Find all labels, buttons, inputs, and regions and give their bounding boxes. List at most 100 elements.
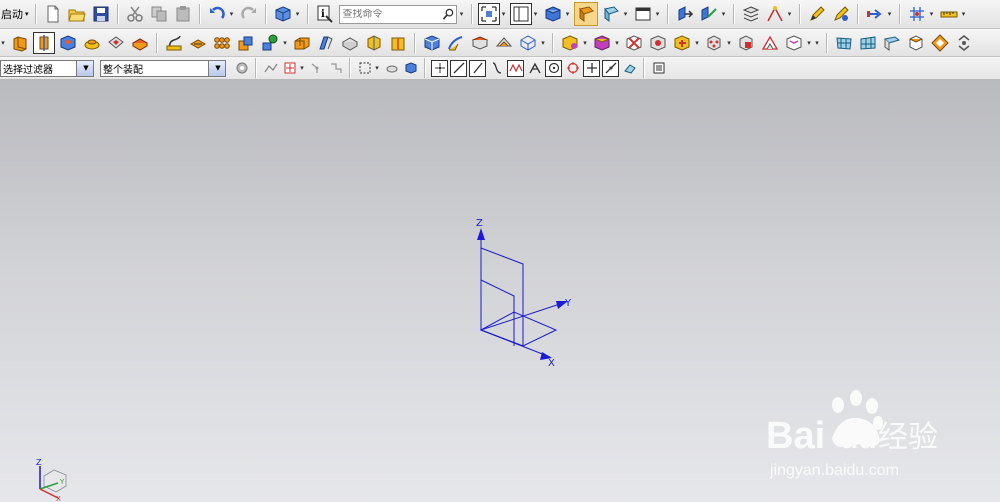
trim-sheet-button[interactable]	[493, 32, 515, 54]
datum-csys[interactable]	[479, 232, 567, 358]
chevron-down-icon[interactable]: ▼	[208, 60, 225, 76]
datum-plane-xy[interactable]	[479, 311, 558, 347]
shell-dropdown[interactable]: ▾	[282, 39, 288, 47]
mirror-assembly-button[interactable]	[647, 32, 669, 54]
boss-button[interactable]	[81, 32, 103, 54]
wireframe-button[interactable]	[517, 32, 539, 54]
ruler-button[interactable]	[938, 3, 960, 25]
explode-dropdown[interactable]: ▾	[726, 39, 732, 47]
snap-dropdown[interactable]: ▾	[299, 64, 305, 72]
view-section-button[interactable]	[905, 32, 927, 54]
undo-dropdown[interactable]: ▾	[229, 10, 235, 18]
graphics-window[interactable]: Z Y X Z Y X Bai du 经验 jingyan.baidu.com	[0, 80, 1000, 502]
snap-arc-center-button[interactable]	[545, 59, 562, 77]
snap-on-surface-button[interactable]	[621, 60, 638, 77]
offset-face-button[interactable]	[291, 32, 313, 54]
toolbar-options-dropdown[interactable]: ▾	[814, 39, 820, 47]
info-button[interactable]: i	[314, 3, 336, 25]
snap-spline-button[interactable]	[507, 59, 524, 77]
pad-button[interactable]	[129, 32, 151, 54]
point-snap-button[interactable]	[674, 3, 696, 25]
copy-button[interactable]	[148, 3, 170, 25]
selection-filter-select[interactable]: 选择过滤器 ▼	[0, 59, 94, 77]
selection-scope-select[interactable]: 整个装配 ▼	[100, 59, 226, 77]
snap-curve-button[interactable]	[488, 60, 505, 77]
region-dropdown[interactable]: ▾	[374, 64, 380, 72]
wireframe-dropdown[interactable]: ▾	[540, 39, 546, 47]
new-file-button[interactable]	[42, 3, 64, 25]
grid-button[interactable]	[906, 3, 928, 25]
snap-intersection-button[interactable]	[526, 60, 543, 77]
measure-dropdown[interactable]: ▾	[721, 10, 727, 18]
redo-button[interactable]	[238, 3, 260, 25]
paste-button[interactable]	[172, 3, 194, 25]
search-icon[interactable]	[442, 8, 455, 21]
pattern-button[interactable]	[211, 32, 233, 54]
finder-dropdown[interactable]: ▾	[459, 10, 465, 18]
start-menu-button[interactable]: 启动 ▾	[0, 6, 31, 22]
shaded-view-button[interactable]	[542, 3, 564, 25]
thicken-button[interactable]	[469, 32, 491, 54]
curve-rule-button[interactable]	[262, 60, 279, 77]
pencil-b-button[interactable]	[830, 3, 852, 25]
view-cube-button[interactable]	[272, 3, 294, 25]
select-face-button[interactable]	[402, 60, 419, 77]
explode-button[interactable]	[703, 32, 725, 54]
block-button[interactable]	[421, 32, 443, 54]
arrow-button[interactable]	[864, 3, 886, 25]
layers-button[interactable]	[740, 3, 762, 25]
surface-grid-button[interactable]	[833, 32, 855, 54]
move-dropdown[interactable]: ▾	[694, 39, 700, 47]
face-highlight-button[interactable]	[573, 2, 598, 26]
window-dropdown[interactable]: ▾	[655, 10, 661, 18]
row2-overflow-arrow[interactable]: ▾	[0, 39, 6, 47]
snap-point-button[interactable]	[281, 60, 298, 77]
layout-dropdown[interactable]: ▾	[533, 10, 539, 18]
sketch-dropdown[interactable]: ▾	[787, 10, 793, 18]
cut-button[interactable]	[124, 3, 146, 25]
slot-button[interactable]	[163, 32, 185, 54]
select-body-button[interactable]	[383, 60, 400, 77]
fit-view-button[interactable]	[477, 3, 500, 25]
trim-body-button[interactable]	[387, 32, 409, 54]
sweep-button[interactable]	[445, 32, 467, 54]
fit-dropdown[interactable]: ▾	[501, 10, 507, 18]
reference-set-button[interactable]	[783, 32, 805, 54]
layout-button[interactable]	[509, 3, 532, 25]
undo-button[interactable]	[206, 3, 228, 25]
revolve-button[interactable]	[33, 31, 55, 54]
shading-dropdown[interactable]: ▾	[565, 10, 571, 18]
snap-on-curve-button[interactable]	[602, 59, 619, 77]
ruler-dropdown[interactable]: ▾	[961, 10, 967, 18]
sheet-metal-button[interactable]	[929, 32, 951, 54]
sketch-button[interactable]	[764, 3, 786, 25]
datum-plane-xz[interactable]	[480, 247, 524, 347]
grid-dropdown[interactable]: ▾	[929, 10, 935, 18]
face-edge-button[interactable]	[600, 3, 622, 25]
save-button[interactable]	[90, 3, 112, 25]
snap-quadrant-button[interactable]	[564, 60, 581, 77]
extrude-button[interactable]	[9, 32, 31, 54]
assembly-add-button[interactable]	[559, 32, 581, 54]
sequence-button[interactable]	[735, 32, 757, 54]
tangent-curve-button[interactable]	[308, 60, 325, 77]
reference-dropdown[interactable]: ▾	[806, 39, 812, 47]
combine-button[interactable]	[235, 32, 257, 54]
groove-button[interactable]	[187, 32, 209, 54]
blend-button[interactable]	[339, 32, 361, 54]
assembly-dropdown[interactable]: ▾	[582, 39, 588, 47]
shell-button[interactable]	[259, 32, 281, 54]
command-search-input[interactable]	[339, 8, 442, 20]
snap-all-button[interactable]	[650, 60, 667, 77]
pocket-button[interactable]	[105, 32, 127, 54]
expand-toolbar-button[interactable]	[953, 32, 975, 54]
snap-existing-point-button[interactable]	[583, 59, 600, 77]
filter-settings-button[interactable]	[233, 60, 250, 77]
move-component-button[interactable]	[671, 32, 693, 54]
studio-surface-button[interactable]	[881, 32, 903, 54]
measure-button[interactable]	[698, 3, 720, 25]
draft-button[interactable]	[315, 32, 337, 54]
clearance-button[interactable]	[759, 32, 781, 54]
constraint-button[interactable]	[623, 32, 645, 54]
assembly-new-dropdown[interactable]: ▾	[614, 39, 620, 47]
